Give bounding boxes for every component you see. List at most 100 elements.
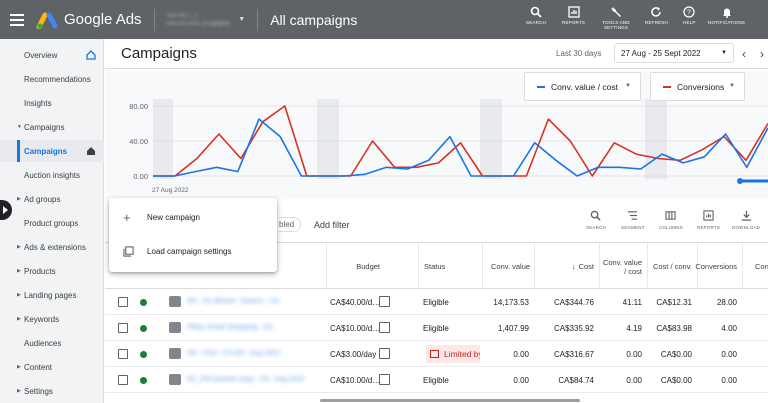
- chevron-down-icon[interactable]: ▼: [238, 16, 245, 23]
- budget-chart-icon[interactable]: [379, 322, 390, 333]
- reports-button[interactable]: REPORTS: [562, 6, 585, 25]
- toolbar-label: SEARCH: [526, 20, 546, 25]
- reports-button[interactable]: REPORTS: [697, 210, 720, 230]
- search-button[interactable]: SEARCH: [526, 6, 546, 25]
- column-header-cost[interactable]: ↓ Cost: [534, 243, 599, 290]
- sidebar-item-ads-extensions[interactable]: ▶ Ads & extensions: [0, 236, 104, 258]
- tools-settings-button[interactable]: TOOLS AND SETTINGS: [600, 6, 632, 30]
- metric-selector-1[interactable]: Conv. value / cost ▼: [524, 72, 641, 101]
- column-header-conv-value[interactable]: Conv. value: [482, 243, 534, 290]
- conv-value-cost-cell: 0.00: [626, 375, 642, 385]
- sidebar-item-audiences[interactable]: Audiences: [0, 332, 104, 354]
- campaign-name[interactable]: SN - DSA - CA EN - Aug 2022: [187, 350, 280, 357]
- status-dot: [140, 351, 147, 358]
- home-icon[interactable]: [86, 50, 96, 60]
- range-slider-handle[interactable]: [737, 178, 743, 184]
- next-period-button[interactable]: ›: [760, 47, 764, 61]
- status-badge[interactable]: Limited by budget: [426, 345, 480, 363]
- sidebar-item-recommendations[interactable]: Recommendations: [0, 68, 104, 90]
- caret-down-icon: ▼: [17, 124, 22, 130]
- top-bar: Google Ads Soc MCT_1 xxx-xxx-xxxx (Engag…: [0, 0, 768, 39]
- date-range-picker[interactable]: 27 Aug - 25 Sept 2022 ▼: [614, 43, 734, 63]
- campaign-name[interactable]: SN - DL (Brand - Search - CA: [187, 298, 279, 305]
- y-tick-label: 80.00: [129, 102, 148, 111]
- home-icon[interactable]: [86, 146, 96, 156]
- table-row[interactable]: PMax Smart Shopping - CA CA$10.00/d… Eli…: [105, 315, 768, 341]
- download-button[interactable]: DOWNLOAD: [732, 210, 760, 230]
- sidebar-item-campaigns-group[interactable]: ▼ Campaigns: [0, 116, 104, 138]
- cost-conv-cell: CA$0.00: [660, 349, 692, 359]
- account-switcher[interactable]: Soc MCT_1 xxx-xxx-xxxx (Engaged): [167, 13, 231, 27]
- sidebar-item-ad-groups[interactable]: ▶ Ad groups: [0, 188, 104, 210]
- column-header-conversions[interactable]: Conversions: [695, 243, 742, 290]
- sidebar-item-campaigns[interactable]: Campaigns: [0, 140, 104, 162]
- caret-right-icon: ▶: [17, 388, 21, 394]
- search-icon: [591, 210, 602, 221]
- column-header-status[interactable]: Status: [418, 243, 482, 290]
- cost-cell: CA$316.67: [553, 349, 594, 359]
- sidebar-item-overview[interactable]: Overview: [0, 44, 104, 66]
- campaign-name[interactable]: SC_PM [brands only] - CA - Aug 2022: [187, 376, 305, 383]
- sidebar-item-landing-pages[interactable]: ▶ Landing pages: [0, 284, 104, 306]
- divider: [153, 8, 155, 31]
- search-icon: [530, 6, 542, 18]
- previous-period-button[interactable]: ‹: [742, 47, 746, 61]
- tool-label: REPORTS: [697, 225, 721, 230]
- filter-chip[interactable]: bled: [279, 217, 302, 232]
- y-tick-label: 40.00: [129, 137, 148, 146]
- sidebar-item-auction-insights[interactable]: Auction insights: [0, 164, 104, 186]
- download-icon: [741, 210, 751, 221]
- google-ads-logo: [36, 12, 58, 29]
- row-checkbox[interactable]: [118, 297, 128, 307]
- series-line-conv-value-cost[interactable]: [153, 118, 768, 177]
- sidebar-item-label: Products: [24, 266, 56, 276]
- help-button[interactable]: ? HELP: [683, 6, 696, 25]
- table-row[interactable]: SN - DL (Brand - Search - CA CA$40.00/d……: [105, 289, 768, 315]
- segment-button[interactable]: SEGMENT: [621, 210, 645, 230]
- sidebar-item-label: Settings: [24, 386, 53, 396]
- sidebar-item-label: Content: [24, 362, 53, 372]
- cost-conv-cell: CA$0.00: [660, 375, 692, 385]
- load-campaign-settings-option[interactable]: Load campaign settings: [109, 236, 277, 266]
- campaign-type-icon: [169, 348, 181, 359]
- table-row[interactable]: SC_PM [brands only] - CA - Aug 2022 CA$1…: [105, 367, 768, 393]
- sidebar-item-keywords[interactable]: ▶ Keywords: [0, 308, 104, 330]
- sidebar: Overview Recommendations Insights ▼ Camp…: [0, 39, 104, 403]
- campaign-name[interactable]: PMax Smart Shopping - CA: [187, 324, 273, 331]
- x-tick-label: 27 Aug 2022: [152, 187, 189, 194]
- row-checkbox[interactable]: [118, 349, 128, 359]
- refresh-button[interactable]: REFRESH: [645, 6, 668, 25]
- budget-cell: CA$40.00/d…: [330, 297, 381, 307]
- sidebar-item-insights[interactable]: Insights: [0, 92, 104, 114]
- table-row[interactable]: SN - DSA - CA EN - Aug 2022 CA$3.00/day …: [105, 341, 768, 367]
- budget-chart-icon[interactable]: [379, 296, 390, 307]
- account-id: xxx-xxx-xxxx (Engaged): [166, 20, 231, 27]
- sidebar-item-settings[interactable]: ▶ Settings: [0, 380, 104, 402]
- table-search-button[interactable]: SEARCH: [586, 210, 606, 230]
- columns-button[interactable]: COLUMNS: [659, 210, 683, 230]
- metric-selector-2[interactable]: Conversions ▼: [650, 72, 745, 101]
- conv-value-cell: 0.00: [513, 349, 529, 359]
- column-header-conv-rate[interactable]: Conv: [742, 243, 768, 290]
- new-campaign-option[interactable]: + New campaign: [109, 202, 277, 232]
- sidebar-item-product-groups[interactable]: Product groups: [0, 212, 104, 234]
- add-filter-button[interactable]: Add filter: [314, 220, 350, 230]
- row-checkbox[interactable]: [118, 375, 128, 385]
- row-checkbox[interactable]: [118, 323, 128, 333]
- column-header-conv-value-cost[interactable]: Conv. value / cost: [599, 243, 647, 290]
- sidebar-item-content[interactable]: ▶ Content: [0, 356, 104, 378]
- copy-icon: [123, 245, 134, 257]
- metric-label: Conv. value / cost: [551, 81, 618, 92]
- brand-name: Google Ads: [64, 11, 142, 28]
- conv-value-cost-cell: 41.11: [622, 297, 642, 307]
- sidebar-item-products[interactable]: ▶ Products: [0, 260, 104, 282]
- menu-icon[interactable]: [10, 13, 24, 26]
- horizontal-scrollbar[interactable]: [320, 399, 580, 402]
- column-header-cost-conv[interactable]: Cost / conv.: [647, 243, 697, 290]
- budget-chart-icon[interactable]: [379, 348, 390, 359]
- column-header-budget[interactable]: Budget: [326, 243, 418, 290]
- budget-chart-icon[interactable]: [379, 374, 390, 385]
- status-cell: Eligible: [423, 297, 449, 307]
- notifications-button[interactable]: NOTIFICATIONS: [708, 6, 745, 25]
- status-cell: Eligible: [423, 375, 449, 385]
